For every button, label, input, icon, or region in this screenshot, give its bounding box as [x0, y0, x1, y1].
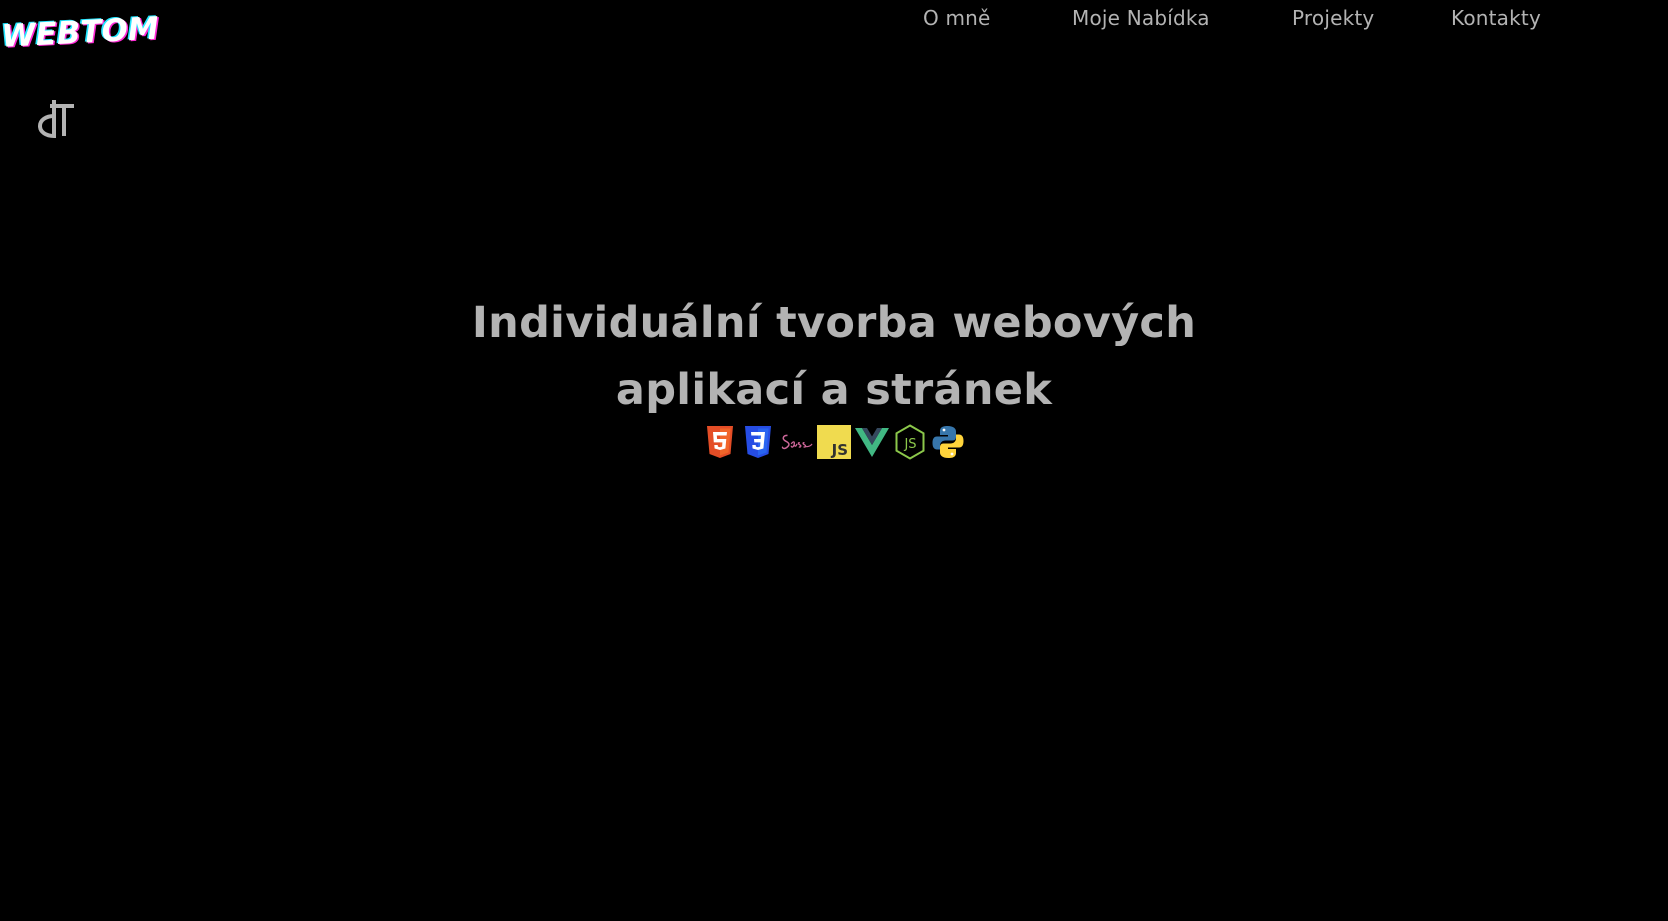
hero-title: Individuální tvorba webových aplikací a …	[0, 290, 1668, 424]
hero-title-line-1: Individuální tvorba webových	[471, 298, 1197, 348]
vue-icon	[855, 424, 889, 460]
html5-icon	[703, 424, 737, 460]
hero-section: Individuální tvorba webových aplikací a …	[0, 290, 1668, 424]
javascript-icon: JS	[817, 424, 851, 460]
nav-item-about[interactable]: O mně	[923, 6, 991, 30]
sass-icon	[779, 424, 813, 460]
svg-text:JS: JS	[831, 441, 848, 459]
nodejs-icon: JS	[893, 424, 927, 460]
tech-stack-icons: JS JS	[703, 424, 965, 460]
svg-text:JS: JS	[903, 437, 916, 452]
main-nav: O mně Moje Nabídka Projekty Kontakty	[0, 6, 1668, 36]
nav-item-contacts[interactable]: Kontakty	[1451, 6, 1541, 30]
monogram-logo	[36, 96, 80, 140]
nav-item-offer[interactable]: Moje Nabídka	[1072, 6, 1210, 30]
python-icon	[931, 424, 965, 460]
nav-item-projects[interactable]: Projekty	[1292, 6, 1374, 30]
css3-icon	[741, 424, 775, 460]
hero-title-line-2: aplikací a stránek	[615, 365, 1053, 415]
